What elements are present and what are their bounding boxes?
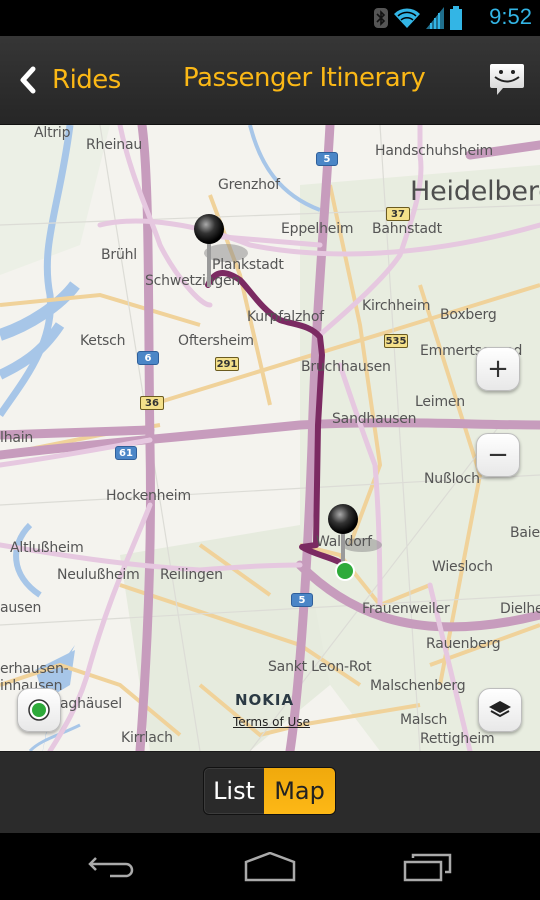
map-label: aghäusel	[60, 696, 122, 712]
map-view-tab[interactable]: Map	[264, 768, 335, 814]
nav-back-button[interactable]	[82, 847, 142, 887]
map-label: Ketsch	[80, 333, 126, 349]
highway-shield: 61	[115, 446, 137, 460]
map-label: Oftersheim	[178, 333, 254, 349]
map-label: Bahnstadt	[372, 221, 442, 237]
chat-smiley-icon	[490, 64, 524, 95]
map-base	[0, 125, 540, 751]
map-label: Rauenberg	[426, 636, 501, 652]
map-label: Brühl	[101, 247, 137, 263]
map-label: Rettigheim	[420, 731, 495, 747]
back-label: Rides	[52, 65, 121, 95]
destination-pin-icon[interactable]	[193, 213, 225, 293]
map-label: Handschuhsheim	[375, 143, 493, 159]
map-label: Frauenweiler	[362, 601, 450, 617]
map-view[interactable]: Altrip Rheinau Handschuhsheim Grenzhof H…	[0, 125, 540, 751]
status-bar: 9:52	[0, 0, 540, 36]
map-label: Kirchheim	[362, 298, 431, 314]
map-attribution-logo: NOKIA	[235, 691, 295, 709]
back-to-rides-button[interactable]: Rides	[18, 60, 121, 100]
map-label: Kurpfalzhof	[247, 309, 324, 325]
status-icons	[374, 6, 462, 30]
map-label: Reilingen	[160, 567, 223, 583]
my-location-button[interactable]	[17, 688, 61, 732]
map-label: Wiesloch	[432, 559, 493, 575]
map-label: Boxberg	[440, 307, 497, 323]
bottom-bar: List Map	[0, 751, 540, 833]
battery-icon	[450, 6, 462, 30]
road-shield: 291	[215, 357, 239, 371]
map-label: Altlußheim	[10, 540, 84, 556]
road-shield: 37	[386, 207, 410, 221]
view-toggle: List Map	[203, 767, 336, 815]
location-dot-icon	[28, 699, 50, 721]
map-label: lhain	[0, 430, 34, 446]
map-label: Baie	[510, 525, 540, 541]
map-label: Nußloch	[424, 471, 480, 487]
road-shield: 36	[140, 396, 164, 410]
map-label: Malsch	[400, 712, 448, 728]
signal-icon	[426, 7, 444, 29]
highway-shield: 5	[316, 152, 338, 166]
list-view-tab[interactable]: List	[204, 768, 264, 814]
road-shield: 535	[384, 334, 408, 348]
map-label: Neulußheim	[57, 567, 140, 583]
back-icon	[88, 857, 134, 878]
map-label: Bruchhausen	[301, 359, 391, 375]
map-label: ausen	[0, 600, 42, 616]
action-bar: Rides Passenger Itinerary	[0, 36, 540, 125]
map-label: erhausen-	[0, 661, 69, 677]
chevron-left-icon	[20, 66, 36, 94]
nav-recent-apps-button[interactable]	[398, 847, 458, 887]
map-label: Rheinau	[86, 137, 143, 153]
map-label: Hockenheim	[106, 488, 191, 504]
zoom-out-button[interactable]: −	[476, 433, 520, 477]
zoom-in-button[interactable]: +	[476, 347, 520, 391]
highway-shield: 6	[137, 351, 159, 365]
terms-of-use-link[interactable]: Terms of Use	[233, 715, 310, 729]
chat-button[interactable]	[489, 62, 525, 98]
wifi-icon	[394, 8, 420, 28]
recent-apps-icon	[403, 853, 452, 882]
highway-shield: 5	[291, 593, 313, 607]
map-label: Sandhausen	[332, 411, 417, 427]
layers-icon	[489, 701, 511, 718]
map-label: Dielhe	[500, 601, 540, 617]
start-location-dot-icon	[335, 561, 355, 581]
map-label: Eppelheim	[281, 221, 354, 237]
map-label: Leimen	[415, 394, 465, 410]
home-icon	[244, 852, 296, 882]
map-label: Sankt Leon-Rot	[268, 659, 372, 675]
map-label: Heidelberg	[410, 176, 540, 207]
page-title: Passenger Itinerary	[183, 63, 426, 93]
nav-home-button[interactable]	[240, 847, 300, 887]
clock: 9:52	[489, 4, 532, 29]
map-label: Kirrlach	[121, 730, 173, 746]
map-label: Malschenberg	[370, 678, 466, 694]
navigation-bar	[0, 833, 540, 900]
bluetooth-icon	[374, 8, 388, 28]
map-layers-button[interactable]	[478, 688, 522, 732]
map-label: Grenzhof	[218, 177, 280, 193]
map-label: Altrip	[34, 125, 71, 141]
